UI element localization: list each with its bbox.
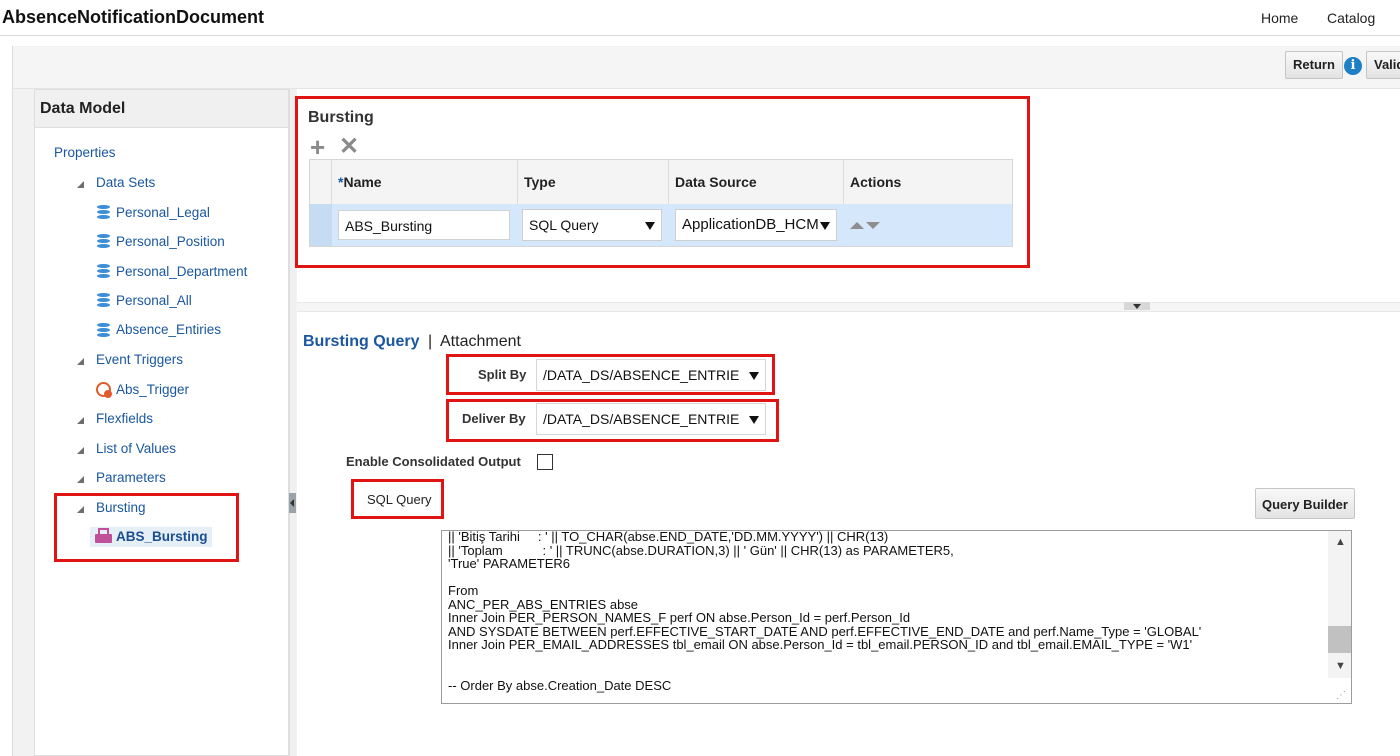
- section-divider[interactable]: [297, 302, 1400, 312]
- highlight-box-sql-query: [351, 479, 444, 519]
- expand-triangle-icon[interactable]: [77, 447, 84, 454]
- home-link[interactable]: Home: [1261, 10, 1298, 26]
- database-icon: [97, 234, 110, 249]
- return-button[interactable]: Return: [1285, 51, 1343, 79]
- validate-button[interactable]: Validate: [1366, 51, 1400, 79]
- tree-item-flexfields[interactable]: Flexfields: [96, 411, 153, 426]
- tree-item-parameters[interactable]: Parameters: [96, 470, 166, 485]
- enable-consolidated-output-checkbox[interactable]: [537, 454, 553, 470]
- database-icon: [97, 323, 110, 338]
- data-model-header: Data Model: [35, 90, 288, 128]
- sql-scrollbar[interactable]: [1328, 531, 1351, 678]
- top-header: AbsenceNotificationDocument Home Catalog: [0, 0, 1400, 36]
- scroll-down-icon[interactable]: ▼: [1335, 660, 1346, 672]
- database-icon: [97, 205, 110, 220]
- expand-triangle-icon[interactable]: [77, 358, 84, 365]
- expand-triangle-icon[interactable]: [77, 417, 84, 424]
- info-icon[interactable]: i: [1344, 57, 1362, 75]
- tree-item-properties[interactable]: Properties: [54, 145, 116, 160]
- enable-consolidated-output-label: Enable Consolidated Output: [346, 454, 521, 469]
- tree-item-dataset[interactable]: Absence_Entiries: [116, 322, 221, 337]
- tree-item-list-of-values[interactable]: List of Values: [96, 441, 176, 456]
- collapse-handle-icon[interactable]: [1124, 302, 1150, 310]
- highlight-box-tree: [54, 493, 239, 562]
- data-model-panel: Data Model: [34, 89, 289, 756]
- tree-item-event-triggers[interactable]: Event Triggers: [96, 352, 183, 367]
- catalog-link[interactable]: Catalog: [1327, 10, 1375, 26]
- tree-item-data-sets[interactable]: Data Sets: [96, 175, 155, 190]
- tab-bursting-query[interactable]: Bursting Query: [303, 333, 419, 351]
- database-icon: [97, 293, 110, 308]
- sql-query-editor[interactable]: || 'Bitiş Tarihi : ' || TO_CHAR(abse.END…: [441, 530, 1352, 704]
- expand-triangle-icon[interactable]: [77, 476, 84, 483]
- tree-item-dataset[interactable]: Personal_Position: [116, 234, 225, 249]
- collapse-arrow-icon[interactable]: [289, 493, 296, 513]
- trigger-icon: [96, 382, 112, 398]
- document-title: AbsenceNotificationDocument: [2, 7, 265, 27]
- sql-query-text[interactable]: || 'Bitiş Tarihi : ' || TO_CHAR(abse.END…: [448, 531, 1201, 692]
- expand-triangle-icon[interactable]: [77, 181, 84, 188]
- editor-toolbar: [13, 47, 1400, 89]
- highlight-box-split-by: [446, 354, 775, 395]
- data-model-title: Data Model: [40, 100, 126, 117]
- tree-item-dataset[interactable]: Personal_All: [116, 293, 192, 308]
- sql-scrollbar-thumb[interactable]: [1328, 626, 1351, 653]
- query-builder-button[interactable]: Query Builder: [1255, 488, 1355, 519]
- tree-item-dataset[interactable]: Personal_Legal: [116, 205, 210, 220]
- database-icon: [97, 264, 110, 279]
- highlight-box-deliver-by: [446, 399, 779, 442]
- tree-item-trigger[interactable]: Abs_Trigger: [116, 382, 189, 397]
- highlight-box-bursting-table: [295, 96, 1030, 268]
- scroll-up-icon[interactable]: ▲: [1335, 536, 1346, 548]
- tab-separator: |: [428, 333, 433, 350]
- tree-item-dataset[interactable]: Personal_Department: [116, 264, 247, 279]
- tab-attachment[interactable]: Attachment: [440, 333, 521, 351]
- resize-grip-icon[interactable]: ⋰: [1336, 690, 1346, 701]
